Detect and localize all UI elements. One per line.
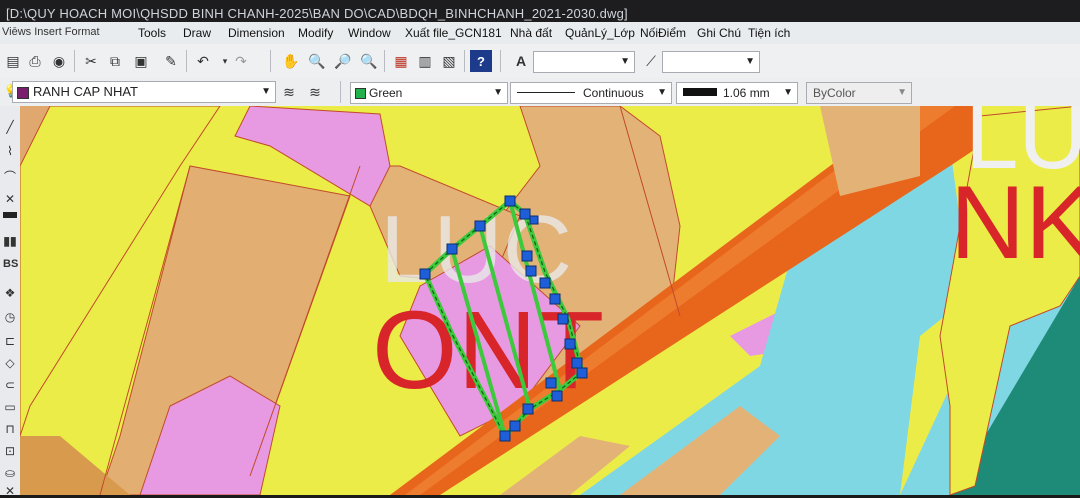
block-icon[interactable]: ❖ [3,286,17,300]
plotstyle-combo[interactable]: ByColor ▼ [806,82,912,104]
dim-style-combo[interactable]: ▼ [662,51,760,73]
polyline-icon[interactable]: ⌇ [3,144,17,158]
menu-xuat-file[interactable]: Xuất file_GCN181 [405,26,502,40]
paste-icon[interactable]: ▣ [130,50,152,72]
window-title: [D:\QUY HOACH MOI\QHSDD BINH CHANH-2025\… [6,6,628,21]
line-icon[interactable]: ╱ [3,120,17,134]
redo-icon[interactable]: ↷ [230,50,252,72]
pan-icon[interactable]: ✋ [280,50,302,72]
layer-previous-icon[interactable]: ≋ [304,81,326,103]
menu-draw[interactable]: Draw [183,26,211,40]
menu-quanly-lop[interactable]: QuảnLý_Lớp [565,26,635,40]
draw-toolbar: ╱ ⌇ ⌒ ✕ ▮▮ BS ❖ ◷ ⊏ ◇ ⊂ ▭ ⊓ ⊡ ⛀ ✕ [0,106,21,498]
multiline-text-icon[interactable]: ✕ [3,484,17,498]
zoom-window-icon[interactable]: 🔎 [332,50,354,72]
color-swatch [355,88,366,99]
arc-icon[interactable]: ⌒ [3,168,17,185]
layers-toolbar: 💡 RANH CAP NHAT ▼ ≋ ≋ Green ▼ Continuous… [0,78,1080,107]
help-icon[interactable]: ? [470,50,492,72]
match-properties-icon[interactable]: ✎ [160,50,182,72]
preview-icon[interactable]: ◉ [48,50,70,72]
color-label: Green [369,86,403,100]
linetype-sample [517,92,575,93]
region-icon[interactable]: ⊓ [3,422,17,436]
menu-modify[interactable]: Modify [298,26,333,40]
construction-line-icon[interactable]: ✕ [3,192,17,206]
thick-line-icon[interactable] [3,212,17,218]
cut-icon[interactable]: ✂ [80,50,102,72]
spline-icon[interactable]: ⊂ [3,378,17,392]
copy-icon[interactable]: ⧉ [104,50,126,72]
bs-icon[interactable]: BS [3,258,18,270]
menu-tools[interactable]: Tools [138,26,166,40]
design-center-icon[interactable]: ▥ [414,50,436,72]
tool-palettes-icon[interactable]: ▧ [438,50,460,72]
color-combo[interactable]: Green ▼ [350,82,508,104]
ellipse-icon[interactable]: ▭ [3,400,17,414]
lineweight-combo[interactable]: 1.06 mm ▼ [676,82,798,104]
title-bar: [D:\QUY HOACH MOI\QHSDD BINH CHANH-2025\… [0,0,1080,24]
undo-icon[interactable]: ↶ [192,50,214,72]
polygon-icon[interactable]: ◇ [3,356,17,370]
plot-icon[interactable]: ⎙ [24,50,46,72]
menu-dimension[interactable]: Dimension [228,26,285,40]
table-icon[interactable]: ⊡ [3,444,17,458]
drawing-canvas[interactable]: LUC ONT LUC NK [20,106,1080,495]
properties-icon[interactable]: ▦ [390,50,412,72]
map-label-nk: NK [950,165,1080,281]
menu-partial[interactable]: Viēws Insert Format [2,26,100,38]
text-style-icon[interactable]: A [510,50,532,72]
hatch-icon[interactable]: ▮▮ [3,234,17,248]
standard-toolbar: ▤ ⎙ ◉ ✂ ⧉ ▣ ✎ ↶ ▾ ↷ ✋ 🔍 🔎 🔍 ▦ ▥ ▧ ? A ▼ … [0,44,1080,79]
publish-icon[interactable]: ▤ [2,50,24,72]
rectangle-icon[interactable]: ⊏ [3,334,17,348]
menu-ghi-chu[interactable]: Ghi Chú [697,26,741,40]
map-drawing: LUC ONT LUC NK [20,106,1080,495]
circle-icon[interactable]: ◷ [3,310,17,324]
layer-manager-icon[interactable]: ≋ [278,81,300,103]
layer-name: RANH CAP NHAT [33,84,138,99]
dim-style-icon[interactable]: ⟋ [640,50,662,72]
menu-tien-ich[interactable]: Tiện ích [748,26,790,40]
menu-window[interactable]: Window [348,26,391,40]
menu-bar: Viēws Insert Format Tools Draw Dimensio… [0,22,1080,45]
layer-color-swatch [17,87,29,99]
linetype-combo[interactable]: Continuous ▼ [510,82,672,104]
text-style-combo[interactable]: ▼ [533,51,635,73]
lineweight-sample [683,88,717,96]
layer-combo[interactable]: RANH CAP NHAT ▼ [12,81,276,103]
linetype-label: Continuous [583,86,644,100]
zoom-previous-icon[interactable]: 🔍 [358,50,380,72]
point-icon[interactable]: ⛀ [3,466,17,480]
map-label-ont: ONT [372,289,604,412]
lineweight-label: 1.06 mm [723,86,770,100]
plotstyle-label: ByColor [813,86,856,100]
menu-noi-diem[interactable]: NốiĐiểm [640,26,686,40]
menu-nha-dat[interactable]: Nhà đất [510,26,552,40]
zoom-realtime-icon[interactable]: 🔍 [306,50,328,72]
